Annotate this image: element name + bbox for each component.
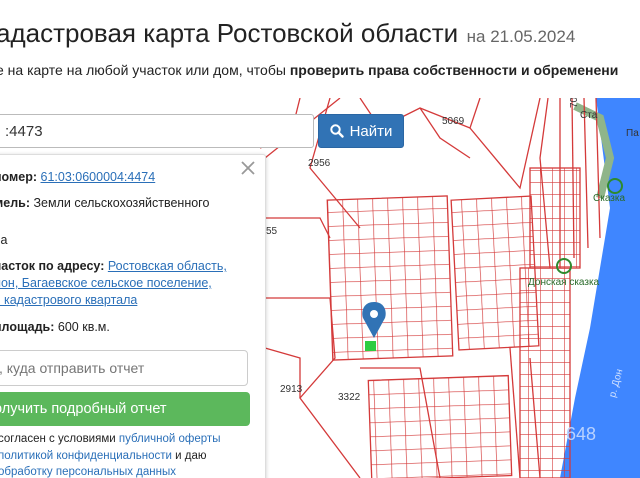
category-value: Земли сельскохозяйственного xyxy=(33,196,210,210)
search-button-label: Найти xyxy=(349,122,393,140)
river xyxy=(560,98,640,478)
page-subtitle: е на карте на любой участок или дом, что… xyxy=(0,62,618,78)
title-date: на 21.05.2024 xyxy=(466,27,576,46)
label-5069: 5069 xyxy=(442,116,465,127)
email-field[interactable] xyxy=(0,350,248,386)
consent-line2: политикой конфиденциальности и даю xyxy=(0,450,206,462)
label-55: 55 xyxy=(266,226,278,237)
label-2956: 2956 xyxy=(308,158,331,169)
label-2913: 2913 xyxy=(280,384,303,395)
number-label: номер: xyxy=(0,170,38,184)
consent-line1: согласен с условиями публичной оферты xyxy=(0,433,220,445)
search-icon xyxy=(329,124,344,138)
subtitle-bold: проверить права собственности и обремене… xyxy=(289,62,619,78)
search-input[interactable] xyxy=(0,114,314,148)
consent-line3: обработку персональных данных xyxy=(0,466,176,478)
category-label: мель: xyxy=(0,196,30,210)
address-label: часток по адресу: xyxy=(0,259,105,273)
subtitle-text: е на карте на любой участок или дом, что… xyxy=(0,62,286,78)
address-line2-row: йон, Багаевское сельское поселение, xyxy=(0,276,212,290)
label-sta: Ста xyxy=(580,110,598,121)
address-line3-link[interactable]: ь кадастрового квартала xyxy=(0,293,137,307)
address-row: часток по адресу: Ростовская область, xyxy=(0,259,227,273)
personal-data-link[interactable]: обработку персональных данных xyxy=(0,466,176,478)
label-skazka: Сказка xyxy=(593,193,625,204)
area-label: площадь: xyxy=(0,320,55,334)
area-row: площадь: 600 кв.м. xyxy=(0,320,110,334)
label-70: 70 xyxy=(569,98,580,108)
page-title: адастровая карта Ростовской области на 2… xyxy=(0,18,575,49)
get-report-button[interactable]: олучить подробный отчет xyxy=(0,392,250,426)
category-cont: ва xyxy=(0,233,8,247)
address-line1-link[interactable]: Ростовская область, xyxy=(108,259,227,273)
privacy-policy-link[interactable]: политикой конфиденциальности xyxy=(0,450,172,462)
consent-text-1: согласен с условиями xyxy=(0,433,116,445)
selected-parcel xyxy=(365,341,376,351)
close-icon[interactable] xyxy=(240,160,256,176)
cadastral-number-row: номер: 61:03:0600004:4474 xyxy=(0,170,155,184)
report-button-label: олучить подробный отчет xyxy=(0,401,167,417)
title-text: адастровая карта Ростовской области xyxy=(0,18,459,48)
consent-text-2: и даю xyxy=(175,450,207,462)
category-row: мель: Земли сельскохозяйственного xyxy=(0,196,209,210)
address-line3-row: ь кадастрового квартала xyxy=(0,293,137,307)
address-line2-link[interactable]: йон, Багаевское сельское поселение, xyxy=(0,276,212,290)
label-donskaya: Донская сказка xyxy=(528,277,600,288)
cadastral-number-link[interactable]: 61:03:0600004:4474 xyxy=(41,170,156,184)
offer-link[interactable]: публичной оферты xyxy=(119,433,221,445)
label-pa: Па xyxy=(626,128,639,139)
label-3322: 3322 xyxy=(338,392,361,403)
area-value: 600 кв.м. xyxy=(57,320,110,334)
search-button[interactable]: Найти xyxy=(318,114,404,148)
label-648: 648 xyxy=(566,424,596,444)
